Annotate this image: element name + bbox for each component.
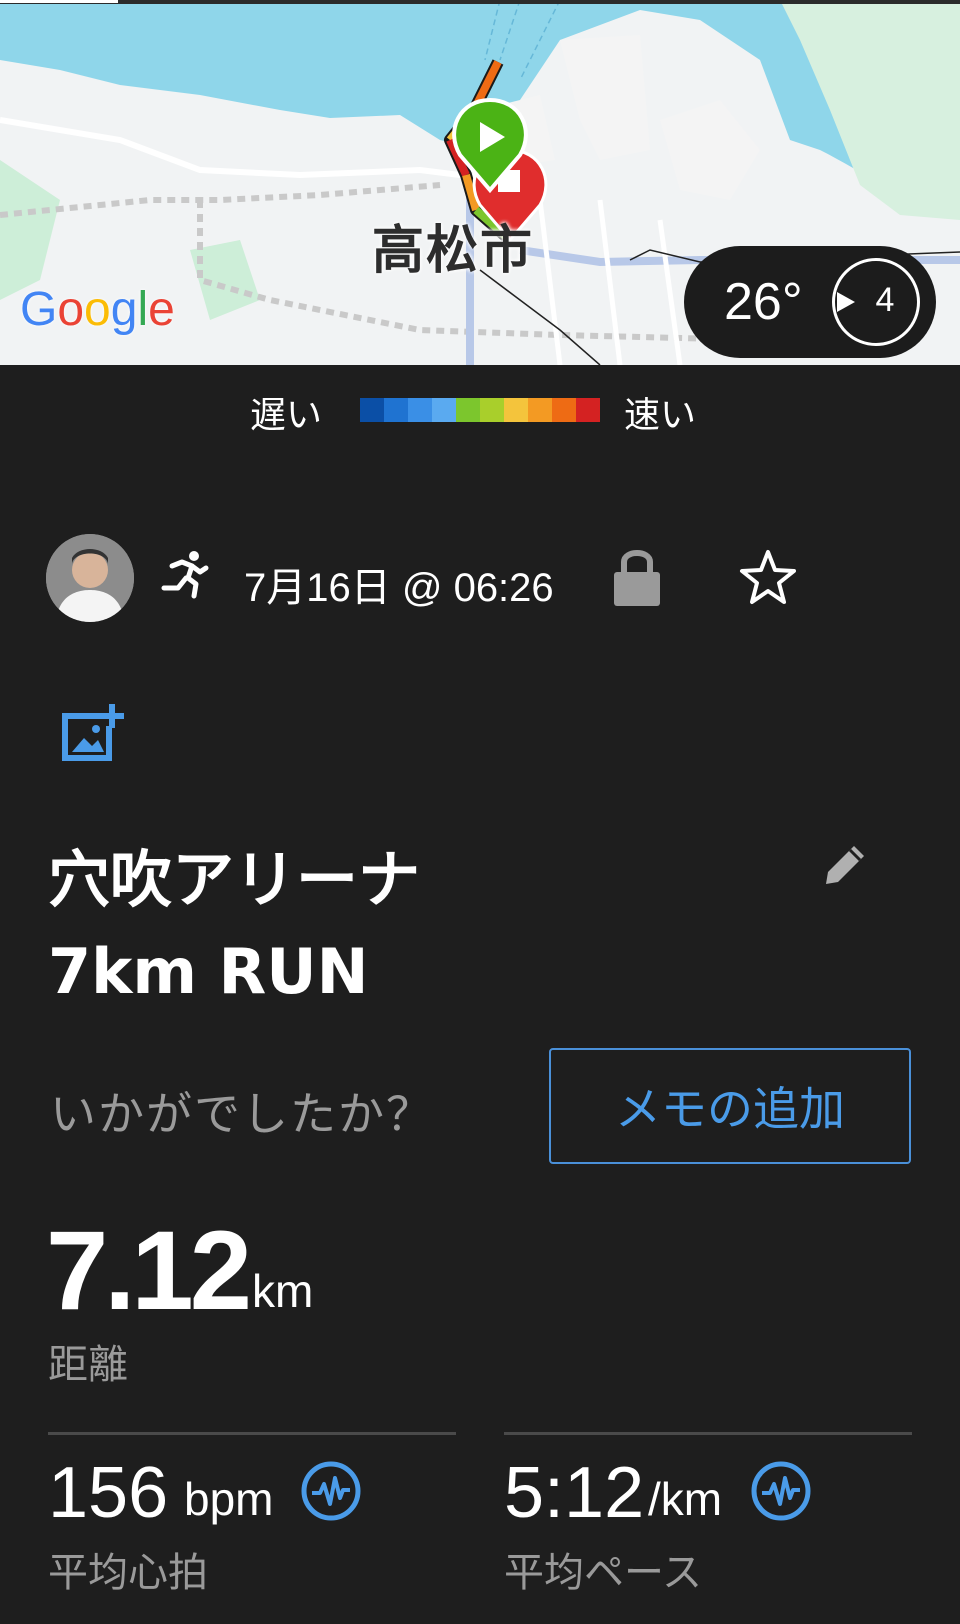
status-strip: [0, 0, 960, 4]
distance-label: 距離: [48, 1342, 128, 1388]
google-logo-letter: o: [57, 283, 85, 336]
pencil-icon[interactable]: [822, 842, 868, 888]
chart-pulse-icon[interactable]: [750, 1460, 812, 1522]
running-icon: [161, 551, 209, 599]
distance-unit: km: [252, 1265, 314, 1317]
google-logo-letter: l: [137, 283, 149, 336]
legend-swatch: [528, 398, 552, 422]
chart-pulse-icon[interactable]: [300, 1460, 362, 1522]
route-map[interactable]: 高松市 Google 26° 4: [0, 0, 960, 365]
activity-date-time: 7月16日 @ 06:26: [244, 566, 554, 610]
wind-direction-icon: 4: [832, 258, 920, 346]
avg-heart-rate-label: 平均心拍: [48, 1550, 208, 1596]
map-city-label: 高松市: [372, 221, 535, 281]
wind-arrow-icon: [837, 292, 855, 312]
avg-pace-value: 5:12: [504, 1453, 645, 1533]
legend-swatch: [408, 398, 432, 422]
speed-gradient-bar: [360, 398, 600, 422]
star-icon[interactable]: [738, 548, 798, 608]
legend-swatch: [456, 398, 480, 422]
speed-legend: 遅い 速い: [0, 380, 960, 440]
legend-swatch: [552, 398, 576, 422]
legend-slow-label: 遅い: [250, 395, 323, 436]
avg-heart-rate-unit: bpm: [184, 1473, 274, 1525]
google-logo-letter: o: [84, 283, 111, 336]
lock-icon[interactable]: [612, 546, 662, 608]
legend-swatch: [576, 398, 600, 422]
legend-swatch: [432, 398, 456, 422]
google-logo: Google: [20, 282, 175, 337]
google-logo-letter: g: [110, 283, 138, 336]
avg-pace-unit: /km: [648, 1473, 723, 1525]
legend-fast-label: 速い: [624, 395, 697, 436]
stat-divider: [48, 1432, 456, 1435]
weather-badge[interactable]: 26° 4: [684, 246, 936, 358]
status-strip-tab: [0, 0, 118, 3]
legend-swatch: [360, 398, 384, 422]
add-photo-icon[interactable]: [62, 702, 124, 762]
google-logo-letter: e: [148, 283, 175, 336]
add-memo-button[interactable]: メモの追加: [549, 1048, 911, 1164]
google-logo-letter: G: [20, 283, 58, 336]
activity-detail-screen: 高松市 Google 26° 4 遅い 速い 7月16日 @ 06:26 穴吹ア…: [0, 0, 960, 1624]
legend-swatch: [384, 398, 408, 422]
activity-title: 穴吹アリーナ 7km RUN: [48, 843, 421, 1008]
avatar[interactable]: [46, 534, 134, 622]
distance-value: 7.12: [46, 1208, 252, 1333]
wind-speed: 4: [875, 281, 895, 319]
avg-pace-label: 平均ペース: [504, 1550, 702, 1596]
avg-heart-rate-value: 156: [48, 1453, 169, 1533]
stat-divider: [504, 1432, 912, 1435]
legend-swatch: [480, 398, 504, 422]
memo-prompt: いかがでしたか？: [50, 1087, 434, 1141]
weather-temperature: 26°: [724, 273, 803, 331]
legend-swatch: [504, 398, 528, 422]
